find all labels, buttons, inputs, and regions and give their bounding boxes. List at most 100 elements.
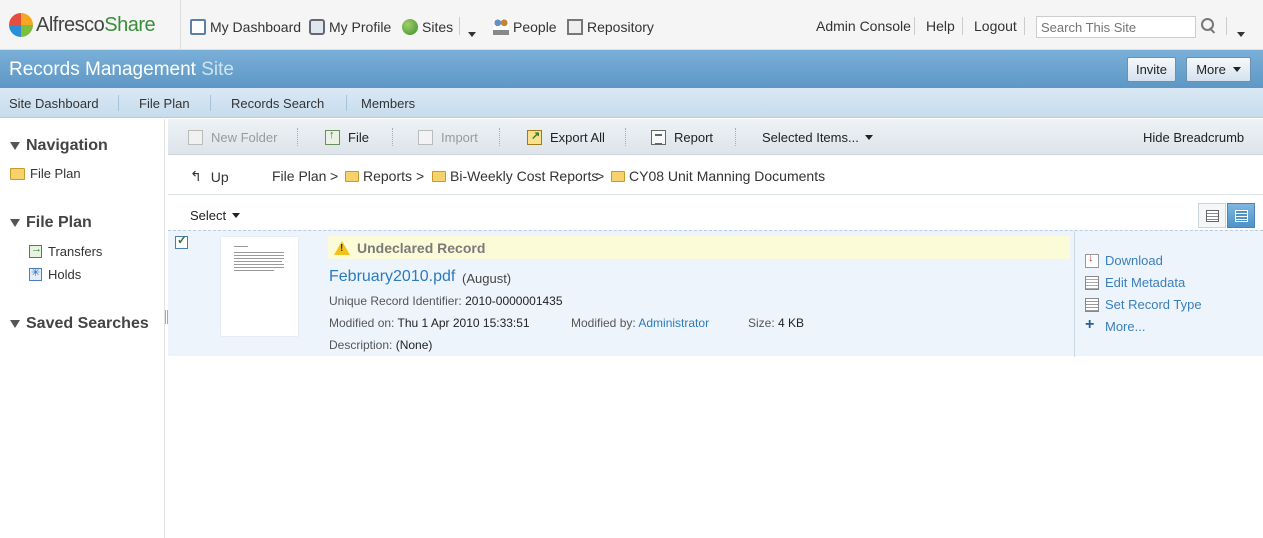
toolbar-divider — [297, 128, 298, 146]
thumbnail-text-line — [234, 255, 284, 256]
nav-my-dashboard[interactable]: My Dashboard — [190, 17, 301, 37]
up-button[interactable]: ↰ Up — [190, 168, 229, 185]
site-nav-file-plan[interactable]: File Plan — [139, 96, 190, 111]
import-button[interactable]: Import — [418, 130, 478, 145]
modified-by-link[interactable]: Administrator — [638, 316, 709, 330]
folder-icon — [345, 170, 359, 182]
breadcrumb-separator: > — [416, 168, 425, 184]
modified-by-label: Modified by: — [571, 316, 636, 330]
sites-divider — [459, 17, 460, 35]
set-record-type-icon — [1085, 297, 1099, 312]
search-icon[interactable] — [1200, 17, 1216, 33]
more-actions-label: More... — [1105, 319, 1146, 334]
breadcrumb-reports[interactable]: Reports — [345, 168, 412, 184]
site-more-button[interactable]: More — [1186, 57, 1251, 82]
saved-searches-section-toggle[interactable]: Saved Searches — [10, 315, 149, 333]
record-identifier: Unique Record Identifier: 2010-000000143… — [329, 294, 563, 308]
nav-repository[interactable]: Repository — [567, 17, 654, 37]
report-button[interactable]: Report — [651, 130, 713, 145]
detailed-view-toggle[interactable] — [1227, 203, 1255, 228]
search-options-toggle[interactable] — [1237, 25, 1245, 40]
record-modified-on: Modified on: Thu 1 Apr 2010 15:33:51 — [329, 316, 530, 330]
app-header: Alfresco Share My Dashboard My Profile S… — [0, 0, 1263, 50]
invite-button[interactable]: Invite — [1127, 57, 1176, 82]
download-action[interactable]: Download — [1085, 252, 1163, 268]
export-icon — [527, 129, 542, 145]
export-all-button[interactable]: Export All — [527, 129, 605, 145]
record-identifier-value: 2010-0000001435 — [465, 294, 563, 308]
simple-view-toggle[interactable] — [1198, 203, 1226, 228]
select-menu[interactable]: Select — [190, 208, 241, 223]
header-link-divider — [962, 17, 963, 35]
saved-searches-title: Saved Searches — [26, 315, 149, 332]
file-plan-section-title: File Plan — [26, 214, 92, 231]
selected-items-menu[interactable]: Selected Items... — [762, 130, 873, 145]
site-nav-members[interactable]: Members — [361, 96, 415, 111]
alfresco-share-logo[interactable]: Alfresco Share — [9, 11, 156, 39]
record-thumbnail[interactable] — [221, 237, 298, 336]
file-plan-toolbar: New Folder File Import Export All Report… — [168, 119, 1263, 155]
site-nav-records-search[interactable]: Records Search — [231, 96, 324, 111]
toolbar-divider — [625, 128, 626, 146]
nav-sites[interactable]: Sites — [402, 17, 453, 37]
search-divider — [1226, 17, 1227, 35]
left-navigation-panel: Navigation File Plan File Plan Transfers… — [0, 119, 165, 538]
breadcrumb: ↰ Up File Plan > Reports > Bi-Weekly Cos… — [168, 156, 1263, 195]
new-folder-button[interactable]: New Folder — [188, 130, 277, 145]
nav-people[interactable]: People — [493, 17, 557, 37]
description-value: (None) — [395, 338, 433, 352]
help-link[interactable]: Help — [926, 18, 955, 34]
breadcrumb-cy08-unit-manning[interactable]: CY08 Unit Manning Documents — [611, 168, 825, 184]
nav-my-profile[interactable]: My Profile — [309, 17, 391, 37]
site-nav-divider — [118, 95, 119, 111]
sites-menu-toggle[interactable] — [468, 25, 476, 40]
download-icon — [1085, 252, 1099, 268]
download-label: Download — [1105, 253, 1163, 268]
report-label: Report — [674, 130, 714, 145]
toolbar-divider — [499, 128, 500, 146]
logo-text-share: Share — [104, 13, 156, 36]
logout-link[interactable]: Logout — [974, 18, 1017, 34]
record-checkbox[interactable] — [175, 233, 188, 249]
thumbnail-text-line — [234, 270, 274, 271]
chevron-down-icon — [1232, 67, 1241, 72]
collapse-triangle-icon — [10, 219, 20, 227]
breadcrumb-bi-weekly-cost-reports[interactable]: Bi-Weekly Cost Reports — [432, 168, 598, 184]
folder-icon — [611, 170, 625, 182]
navigation-section-title: Navigation — [26, 137, 108, 154]
site-name: Records Management — [9, 59, 196, 80]
chevron-down-icon — [232, 213, 241, 218]
navigation-section-toggle[interactable]: Navigation — [10, 137, 108, 155]
hide-breadcrumb-button[interactable]: Hide Breadcrumb — [1143, 130, 1244, 145]
site-title: Records Management Site — [9, 59, 234, 81]
site-title-bar: Records Management Site Invite More — [0, 50, 1263, 88]
nav-people-label: People — [513, 19, 557, 35]
header-link-divider — [914, 17, 915, 35]
report-icon — [651, 130, 666, 145]
select-label: Select — [190, 208, 227, 223]
transfers-link[interactable]: Transfers — [29, 243, 102, 259]
edit-metadata-action[interactable]: Edit Metadata — [1085, 275, 1185, 290]
breadcrumb-reports-label: Reports — [363, 168, 413, 184]
set-record-type-action[interactable]: Set Record Type — [1085, 297, 1202, 312]
modified-on-value: Thu 1 Apr 2010 15:33:51 — [397, 316, 530, 330]
invite-button-label: Invite — [1135, 62, 1168, 77]
thumbnail-text-line — [234, 261, 282, 262]
record-modified-by: Modified by: Administrator — [571, 316, 709, 330]
file-plan-section-toggle[interactable]: File Plan — [10, 214, 92, 232]
folder-icon — [10, 167, 25, 180]
holds-label: Holds — [48, 267, 82, 282]
site-search-input[interactable] — [1036, 16, 1196, 38]
plus-icon — [1085, 316, 1099, 334]
nav-tree-file-plan[interactable]: File Plan — [10, 166, 81, 181]
admin-console-link[interactable]: Admin Console — [816, 18, 911, 34]
breadcrumb-file-plan[interactable]: File Plan — [272, 168, 326, 184]
record-name-link[interactable]: February2010.pdf — [329, 268, 455, 286]
file-button[interactable]: File — [325, 129, 369, 145]
file-button-label: File — [348, 130, 369, 145]
site-nav-dashboard[interactable]: Site Dashboard — [9, 96, 99, 111]
site-nav-divider — [346, 95, 347, 111]
holds-link[interactable]: Holds — [29, 266, 82, 282]
more-actions[interactable]: More... — [1085, 316, 1146, 335]
record-identifier-label: Unique Record Identifier: — [329, 294, 462, 308]
